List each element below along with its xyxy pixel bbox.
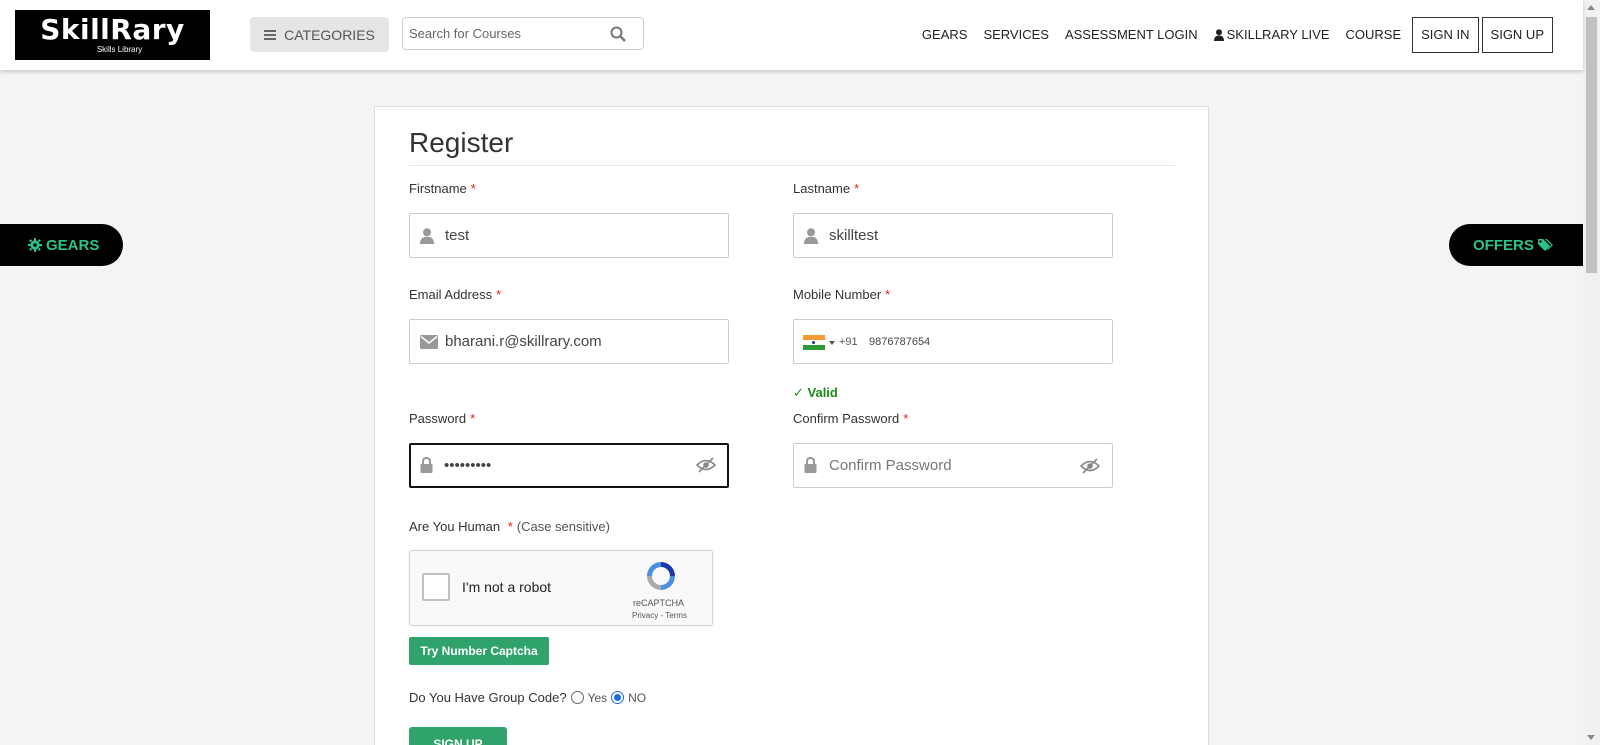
page-scrollbar[interactable]	[1583, 0, 1600, 745]
recaptcha-brand: reCAPTCHA	[633, 598, 685, 608]
lastname-label-text: Lastname	[793, 181, 851, 196]
scroll-up-arrow-icon[interactable]	[1587, 5, 1595, 10]
scroll-down-arrow-icon[interactable]	[1587, 735, 1595, 740]
title-divider	[409, 165, 1175, 166]
nav-skillrary-live-label: SKILLRARY LIVE	[1226, 27, 1330, 42]
sign-up-button[interactable]: SIGN UP	[1481, 17, 1553, 53]
scrollbar-thumb[interactable]	[1586, 17, 1597, 273]
captcha-label: Are You Human * (Case sensitive)	[409, 519, 610, 534]
eye-slash-icon[interactable]	[1080, 458, 1100, 474]
email-field	[409, 319, 729, 364]
chevron-down-icon[interactable]	[829, 341, 835, 345]
offers-side-tab[interactable]: OFFERS	[1449, 224, 1583, 266]
recaptcha-widget: I'm not a robot reCAPTCHA Privacy - Term…	[409, 550, 713, 626]
mobile-field: +91 9876787654	[793, 319, 1113, 364]
group-code-row: Do You Have Group Code? Yes NO	[409, 690, 646, 705]
bars-icon	[264, 29, 277, 40]
email-label-text: Email Address	[409, 287, 493, 302]
nav-assessment-login[interactable]: ASSESSMENT LOGIN	[1057, 17, 1206, 53]
required-mark: *	[507, 519, 513, 534]
mobile-input[interactable]: 9876787654	[869, 334, 930, 350]
required-mark: *	[470, 181, 476, 196]
group-code-no-label: NO	[628, 690, 647, 705]
recaptcha-checkbox[interactable]	[422, 573, 450, 601]
nav-course[interactable]: COURSE	[1338, 17, 1410, 53]
main-nav: GEARS SERVICES ASSESSMENT LOGIN SKILLRAR…	[914, 17, 1553, 53]
user-icon	[1213, 29, 1224, 41]
user-icon	[420, 228, 434, 244]
sign-in-button[interactable]: SIGN IN	[1412, 17, 1479, 53]
email-input[interactable]	[445, 320, 685, 363]
firstname-label: Firstname *	[409, 181, 476, 196]
dial-code: +91	[839, 336, 858, 348]
firstname-field	[409, 213, 729, 258]
envelope-icon	[420, 335, 438, 349]
mobile-valid-status: ✓ Valid	[793, 385, 838, 400]
captcha-label-text: Are You Human	[409, 519, 501, 534]
confirm-password-label-text: Confirm Password	[793, 411, 900, 426]
password-input[interactable]	[444, 445, 684, 486]
group-code-yes-label: Yes	[587, 690, 608, 705]
user-icon	[804, 228, 818, 244]
lastname-input[interactable]	[829, 214, 1069, 257]
categories-label: CATEGORIES	[284, 26, 375, 43]
recaptcha-icon	[647, 562, 675, 590]
nav-skillrary-live[interactable]: SKILLRARY LIVE	[1206, 17, 1338, 53]
group-code-label: Do You Have Group Code?	[409, 690, 567, 705]
required-mark: *	[496, 287, 502, 302]
lock-icon	[420, 457, 433, 473]
captcha-hint: (Case sensitive)	[516, 519, 610, 534]
firstname-input[interactable]	[445, 214, 685, 257]
confirm-password-label: Confirm Password *	[793, 411, 908, 426]
confirm-password-field	[793, 443, 1113, 488]
lastname-label: Lastname *	[793, 181, 859, 196]
lock-icon	[804, 457, 817, 473]
tags-icon	[1537, 239, 1553, 251]
required-mark: *	[885, 287, 891, 302]
nav-gears[interactable]: GEARS	[914, 17, 976, 53]
password-label-text: Password	[409, 411, 467, 426]
firstname-label-text: Firstname	[409, 181, 467, 196]
register-card: Register Firstname* Lastname* Email Addr…	[374, 106, 1209, 745]
password-field	[409, 443, 729, 488]
mobile-label-text: Mobile Number	[793, 287, 882, 302]
submit-signup-button[interactable]: SIGN UP	[409, 727, 507, 745]
search-icon[interactable]	[610, 26, 626, 42]
group-code-yes-radio[interactable]	[570, 691, 584, 704]
logo-text: SkillRary	[40, 13, 185, 46]
required-mark: *	[903, 411, 909, 426]
gears-side-label: GEARS	[46, 236, 100, 254]
categories-button[interactable]: CATEGORIES	[250, 17, 389, 52]
eye-slash-icon[interactable]	[696, 457, 716, 473]
try-number-captcha-button[interactable]: Try Number Captcha	[409, 637, 549, 665]
recaptcha-terms-link[interactable]: Privacy - Terms	[632, 611, 687, 620]
password-label: Password *	[409, 411, 475, 426]
recaptcha-text: I'm not a robot	[462, 579, 552, 595]
cog-icon	[28, 238, 42, 252]
logo-tagline: Skills Library	[96, 45, 143, 54]
india-flag-icon[interactable]	[803, 335, 825, 350]
lastname-field	[793, 213, 1113, 258]
skillrary-logo[interactable]: SkillRary Skills Library	[15, 10, 210, 60]
search-input[interactable]	[403, 18, 603, 49]
nav-services[interactable]: SERVICES	[975, 17, 1057, 53]
required-mark: *	[470, 411, 476, 426]
site-header: SkillRary Skills Library CATEGORIES GEAR…	[0, 0, 1583, 70]
confirm-password-input[interactable]	[829, 444, 1069, 487]
required-mark: *	[854, 181, 860, 196]
email-label: Email Address *	[409, 287, 501, 302]
offers-side-label: OFFERS	[1473, 236, 1534, 254]
search-box	[402, 17, 644, 50]
mobile-label: Mobile Number *	[793, 287, 890, 302]
gears-side-tab[interactable]: GEARS	[0, 224, 123, 266]
group-code-no-radio[interactable]	[611, 691, 625, 704]
page-title: Register	[409, 127, 514, 158]
